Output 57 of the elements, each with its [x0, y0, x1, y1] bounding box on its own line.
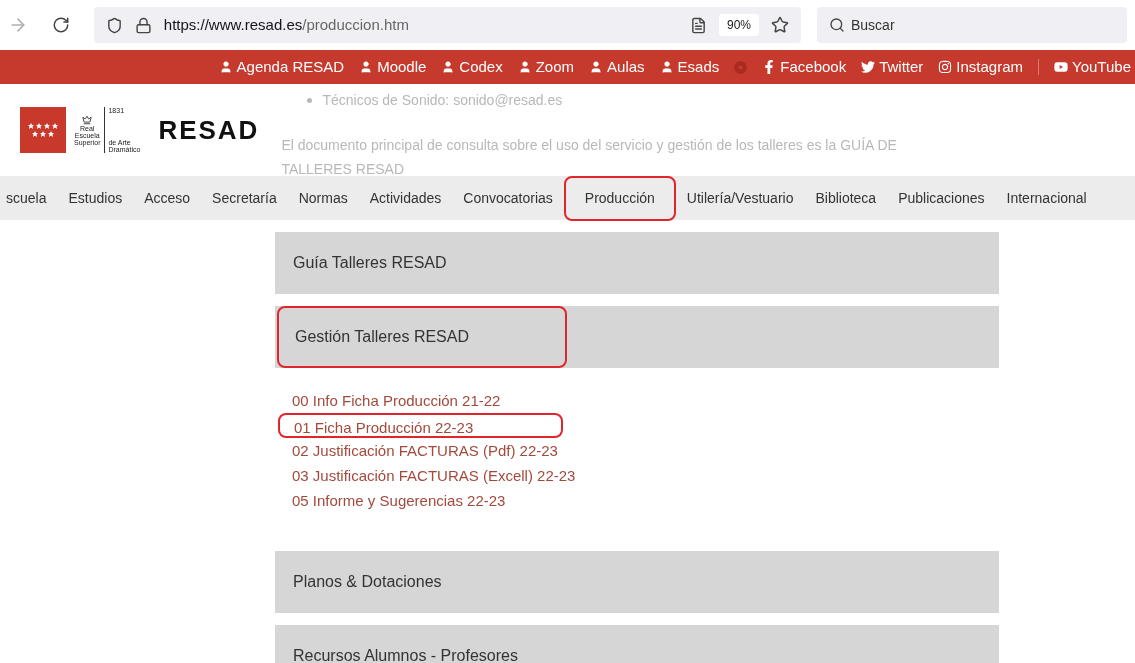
top-link[interactable]: Instagram	[938, 55, 1024, 79]
nav-link[interactable]: Actividades	[358, 187, 453, 209]
zoom-badge[interactable]: 90%	[718, 14, 759, 36]
twitter-icon	[861, 60, 876, 74]
document-link[interactable]: 02 Justificación FACTURAS (Pdf) 22-23	[292, 438, 999, 463]
nav-link[interactable]: Biblioteca	[804, 187, 888, 209]
instagram-icon	[938, 60, 953, 74]
nav-link[interactable]: Convocatorias	[452, 187, 564, 209]
nav-link[interactable]: Acceso	[133, 187, 202, 209]
nav-link[interactable]: Normas	[287, 187, 359, 209]
section-header[interactable]: Guía Talleres RESAD	[275, 232, 999, 294]
document-link[interactable]: 00 Info Ficha Producción 21-22	[292, 388, 999, 413]
lock-icon	[134, 16, 152, 34]
reload-icon[interactable]	[51, 16, 70, 34]
address-field[interactable]: https://www.resad.es/produccion.htm 90%	[93, 7, 801, 43]
top-link[interactable]: Facebook	[762, 55, 847, 79]
document-link[interactable]: 01 Ficha Producción 22-23	[278, 413, 563, 438]
document-link[interactable]: 05 Informe y Sugerencias 22-23	[292, 488, 999, 513]
section-title: Guía Talleres RESAD	[293, 253, 447, 273]
nav-link[interactable]: scuela	[0, 187, 58, 209]
youtube-icon	[1054, 60, 1069, 74]
top-link[interactable]: Zoom	[517, 55, 575, 79]
section-title: Planos & Dotaciones	[293, 572, 442, 592]
section-title: Gestión Talleres RESAD	[277, 306, 567, 368]
star-icon[interactable]	[771, 16, 789, 34]
person-icon	[218, 60, 233, 74]
section-header[interactable]: Gestión Talleres RESAD	[275, 306, 999, 368]
url-text: https://www.resad.es/produccion.htm	[163, 14, 409, 35]
top-link[interactable]: Aulas	[589, 55, 645, 79]
section-header[interactable]: Planos & Dotaciones	[275, 551, 999, 613]
top-link[interactable]: Agenda RESAD	[218, 55, 345, 79]
top-link[interactable]: Moodle	[359, 55, 427, 79]
nav-link[interactable]: Secretaría	[201, 187, 288, 209]
top-link[interactable]: Twitter	[861, 55, 924, 79]
search-icon	[829, 17, 845, 33]
shield-icon	[105, 16, 123, 34]
top-link[interactable]: Esads	[659, 55, 720, 79]
search-field[interactable]: Buscar	[817, 7, 1127, 43]
reader-view-icon[interactable]	[689, 16, 707, 34]
person-icon	[659, 60, 674, 74]
person-icon	[589, 60, 604, 74]
top-link[interactable]: Codex	[441, 55, 503, 79]
top-link[interactable]: YouTube	[1054, 55, 1131, 79]
person-icon	[517, 60, 532, 74]
flag-icon	[20, 107, 66, 153]
section-header[interactable]: Recursos Alumnos - Profesores	[275, 625, 999, 663]
faded-bullet-item: Técnicos de Sonido: sonido@resad.es	[322, 91, 563, 110]
nav-link[interactable]: Publicaciones	[887, 187, 996, 209]
person-icon	[441, 60, 456, 74]
crown-icon	[82, 114, 93, 125]
nav-link[interactable]: Internacional	[995, 187, 1098, 209]
nav-link[interactable]: Utilería/Vestuario	[675, 187, 805, 209]
section-title: Recursos Alumnos - Profesores	[293, 646, 518, 663]
person-icon	[359, 60, 374, 74]
document-link[interactable]: 03 Justificación FACTURAS (Excell) 22-23	[292, 463, 999, 488]
nav-link[interactable]: Producción	[563, 175, 676, 221]
nav-link[interactable]: Estudios	[57, 187, 134, 209]
